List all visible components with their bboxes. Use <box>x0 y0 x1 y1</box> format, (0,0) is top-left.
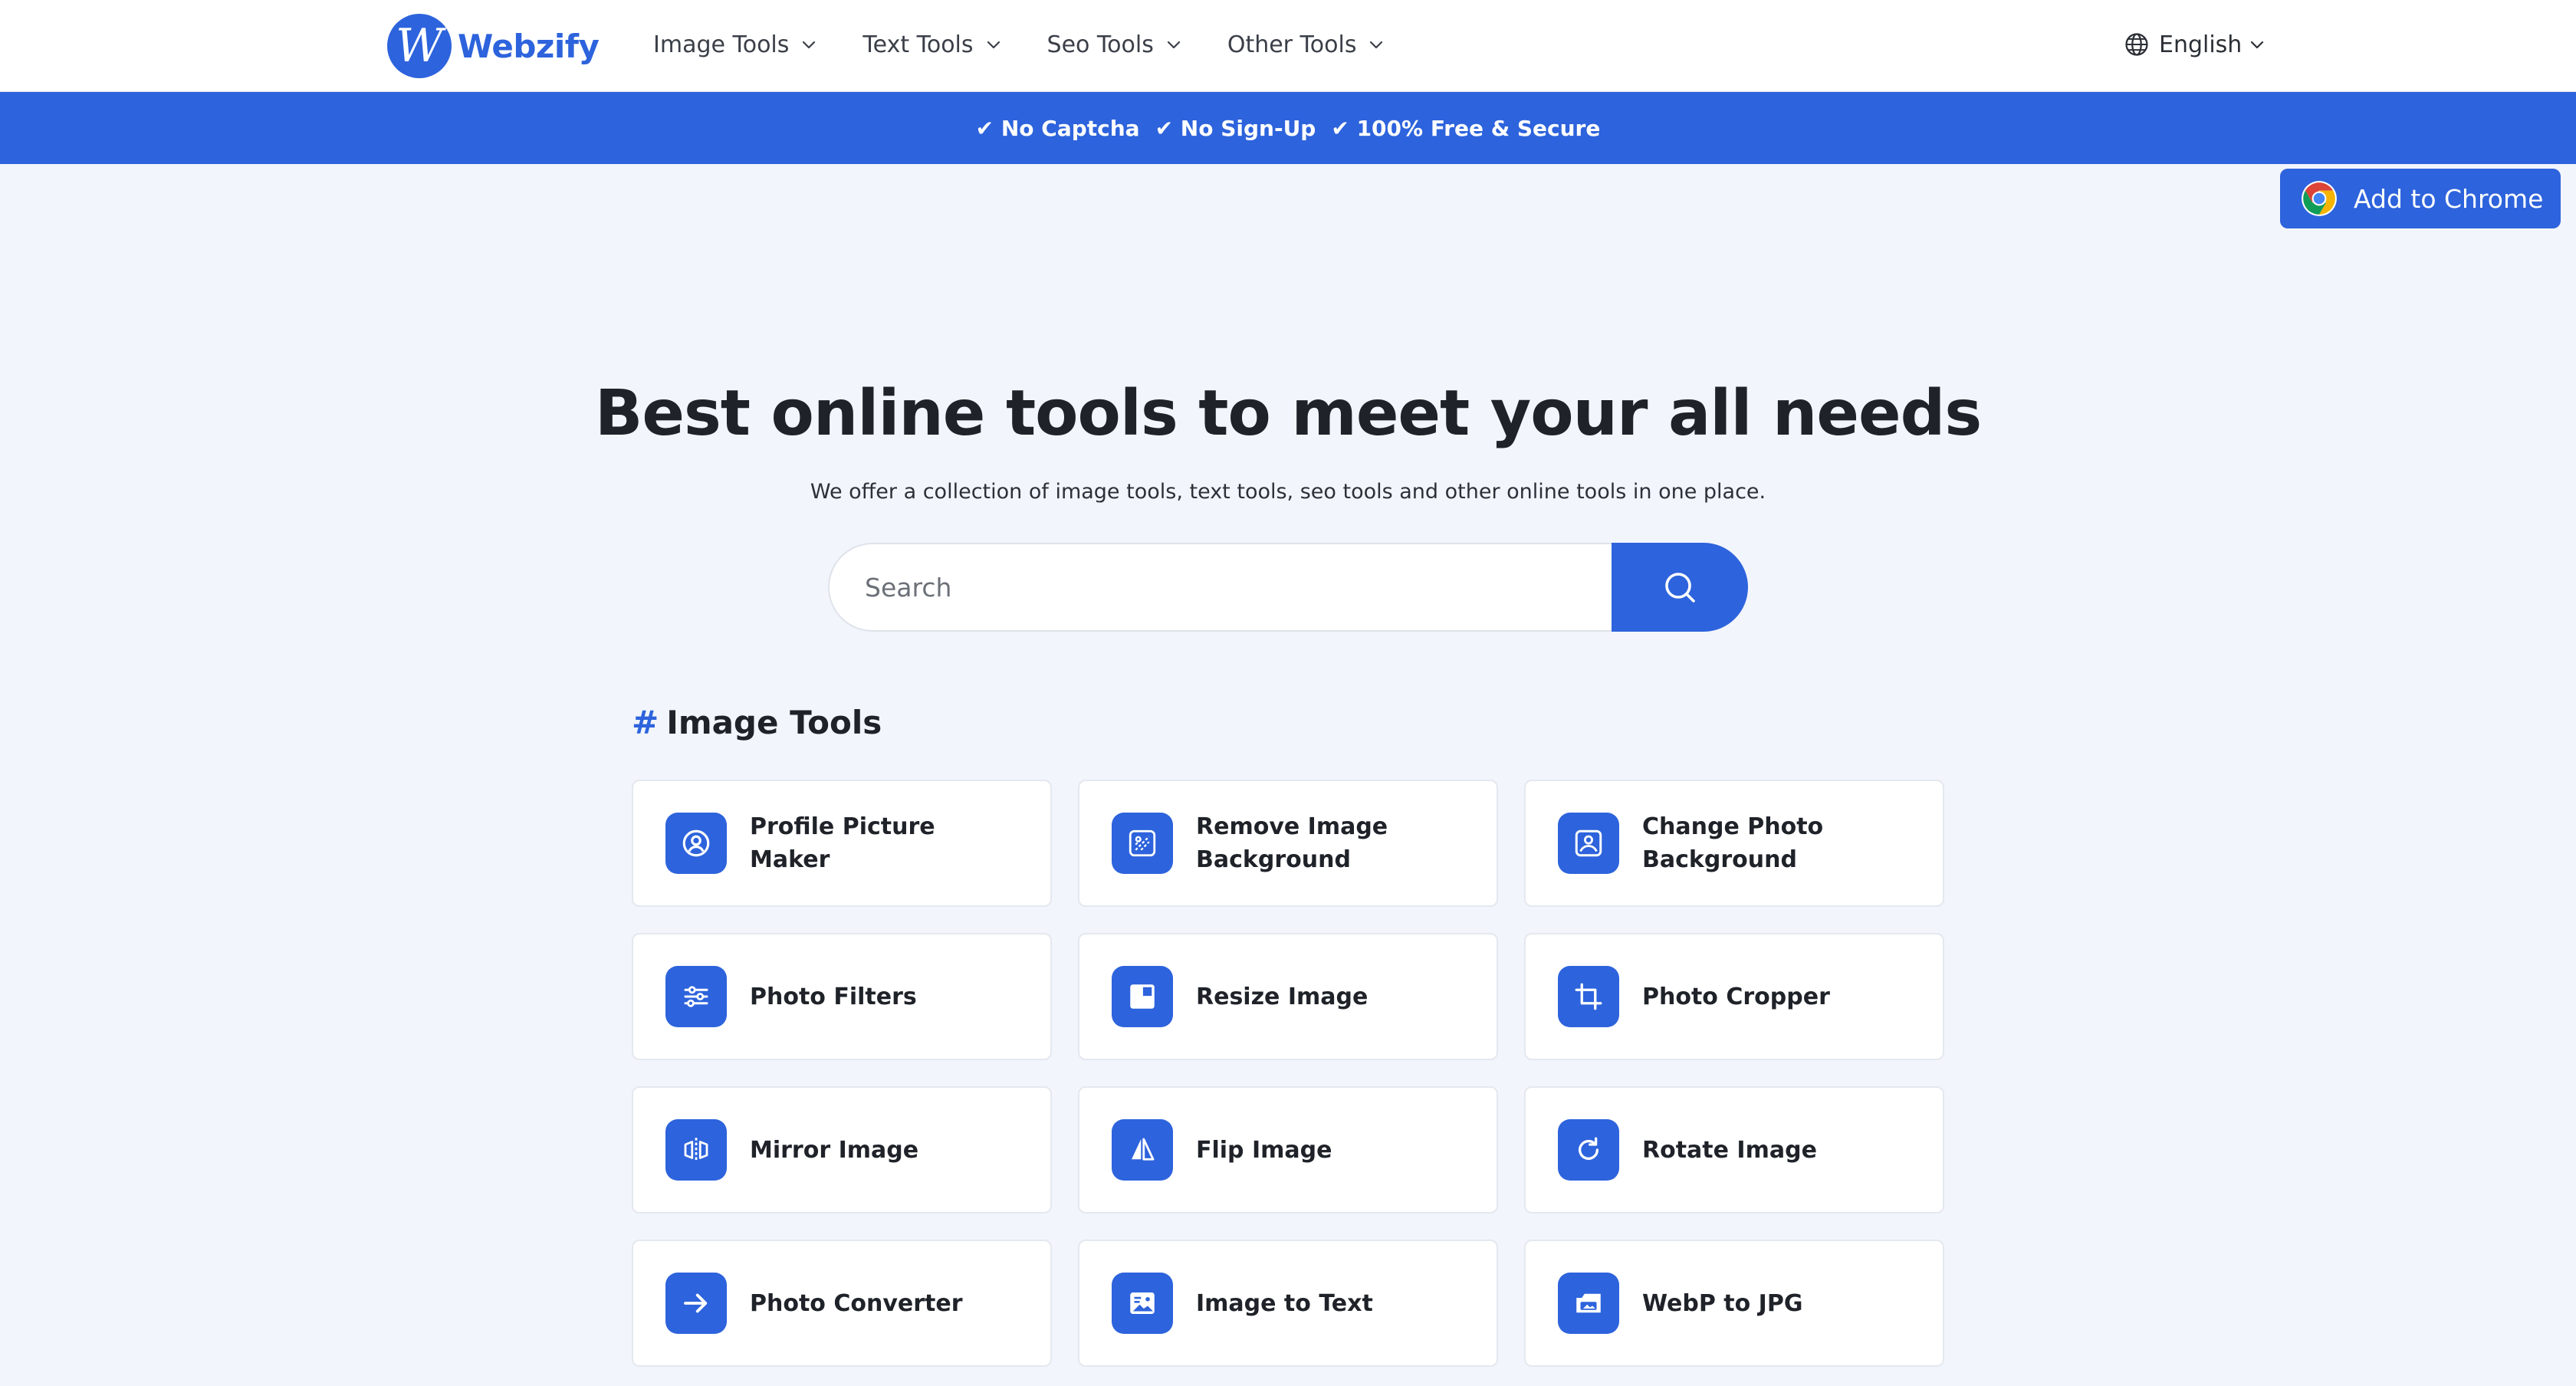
hash-icon: # <box>632 704 659 741</box>
tool-label: Image to Text <box>1196 1289 1373 1317</box>
tool-label: Remove Image Background <box>1196 813 1388 873</box>
tool-card-photo-converter[interactable]: Photo Converter <box>632 1240 1052 1367</box>
remove-background-icon <box>1112 813 1173 874</box>
tool-card-image-to-text[interactable]: Image to Text <box>1078 1240 1498 1367</box>
chevron-down-icon <box>2251 41 2264 49</box>
flip-icon <box>1112 1119 1173 1181</box>
tool-card-resize-image[interactable]: Resize Image <box>1078 933 1498 1060</box>
rotate-icon <box>1558 1119 1619 1181</box>
nav-label: Seo Tools <box>1046 31 1154 58</box>
image-text-icon <box>1112 1273 1173 1334</box>
nav-label: Image Tools <box>653 31 790 58</box>
tool-grid: Profile Picture Maker Remove Image Backg… <box>632 780 1944 1367</box>
change-background-icon <box>1558 813 1619 874</box>
nav-image-tools[interactable]: Image Tools <box>653 31 818 58</box>
crop-icon <box>1558 966 1619 1027</box>
tool-card-photo-filters[interactable]: Photo Filters <box>632 933 1052 1060</box>
chevron-down-icon <box>1167 41 1180 49</box>
language-selector[interactable]: English <box>2124 0 2266 89</box>
tool-label: Photo Filters <box>750 983 917 1010</box>
banner-item-no-captcha: ✔ No Captcha <box>975 115 1140 141</box>
main-nav: Image Tools Text Tools Seo Tools Other T… <box>653 0 1430 89</box>
search-bar <box>828 543 1748 632</box>
globe-icon <box>2125 33 2148 56</box>
tool-card-rotate-image[interactable]: Rotate Image <box>1524 1086 1944 1214</box>
banner-item-no-signup: ✔ No Sign-Up <box>1155 115 1316 141</box>
nav-other-tools[interactable]: Other Tools <box>1227 31 1386 58</box>
nav-label: Other Tools <box>1227 31 1357 58</box>
tool-label: Mirror Image <box>750 1136 919 1164</box>
tool-card-mirror-image[interactable]: Mirror Image <box>632 1086 1052 1214</box>
chevron-down-icon <box>987 41 1000 49</box>
add-to-chrome-label: Add to Chrome <box>2354 183 2544 214</box>
tool-label: Photo Converter <box>750 1289 963 1317</box>
tool-label: Rotate Image <box>1642 1136 1817 1164</box>
mirror-icon <box>665 1119 727 1181</box>
search-button[interactable] <box>1612 543 1748 632</box>
tool-card-remove-image-background[interactable]: Remove Image Background <box>1078 780 1498 907</box>
profile-icon <box>665 813 727 874</box>
nav-text-tools[interactable]: Text Tools <box>863 31 1002 58</box>
logo-text: Webzify <box>458 27 600 65</box>
add-to-chrome-button[interactable]: Add to Chrome <box>2280 169 2561 228</box>
search-input[interactable] <box>828 543 1612 632</box>
arrow-right-icon <box>665 1273 727 1334</box>
chrome-icon <box>2302 181 2337 216</box>
features-banner: ✔ No Captcha ✔ No Sign-Up ✔ 100% Free & … <box>0 92 2576 164</box>
site-logo[interactable]: W Webzify <box>387 14 600 78</box>
tool-card-profile-picture-maker[interactable]: Profile Picture Maker <box>632 780 1052 907</box>
webp-jpg-icon <box>1558 1273 1619 1334</box>
chevron-down-icon <box>1370 41 1383 49</box>
tool-card-change-photo-background[interactable]: Change Photo Background <box>1524 780 1944 907</box>
tool-card-webp-to-jpg[interactable]: WebP to JPG <box>1524 1240 1944 1367</box>
page-subtitle: We offer a collection of image tools, te… <box>810 480 1766 504</box>
logo-mark: W <box>387 14 452 78</box>
nav-seo-tools[interactable]: Seo Tools <box>1047 31 1183 58</box>
tool-label: Photo Cropper <box>1642 983 1830 1010</box>
search-icon <box>1665 573 1695 603</box>
page-title: Best online tools to meet your all needs <box>594 377 1982 450</box>
section-title: # Image Tools <box>632 704 882 741</box>
site-header: W Webzify Image Tools Text Tools Seo Too… <box>0 0 2576 92</box>
tool-card-flip-image[interactable]: Flip Image <box>1078 1086 1498 1214</box>
section-title-label: Image Tools <box>666 704 882 741</box>
nav-label: Text Tools <box>863 31 974 58</box>
tool-label: WebP to JPG <box>1642 1289 1803 1317</box>
chevron-down-icon <box>803 41 816 49</box>
tool-label: Resize Image <box>1196 983 1368 1010</box>
resize-icon <box>1112 966 1173 1027</box>
sliders-icon <box>665 966 727 1027</box>
tool-label: Flip Image <box>1196 1136 1332 1164</box>
tool-card-photo-cropper[interactable]: Photo Cropper <box>1524 933 1944 1060</box>
tool-label: Profile Picture Maker <box>750 813 935 873</box>
tool-label: Change Photo Background <box>1642 813 1824 873</box>
banner-item-free-secure: ✔ 100% Free & Secure <box>1331 115 1601 141</box>
language-label: English <box>2159 31 2242 58</box>
